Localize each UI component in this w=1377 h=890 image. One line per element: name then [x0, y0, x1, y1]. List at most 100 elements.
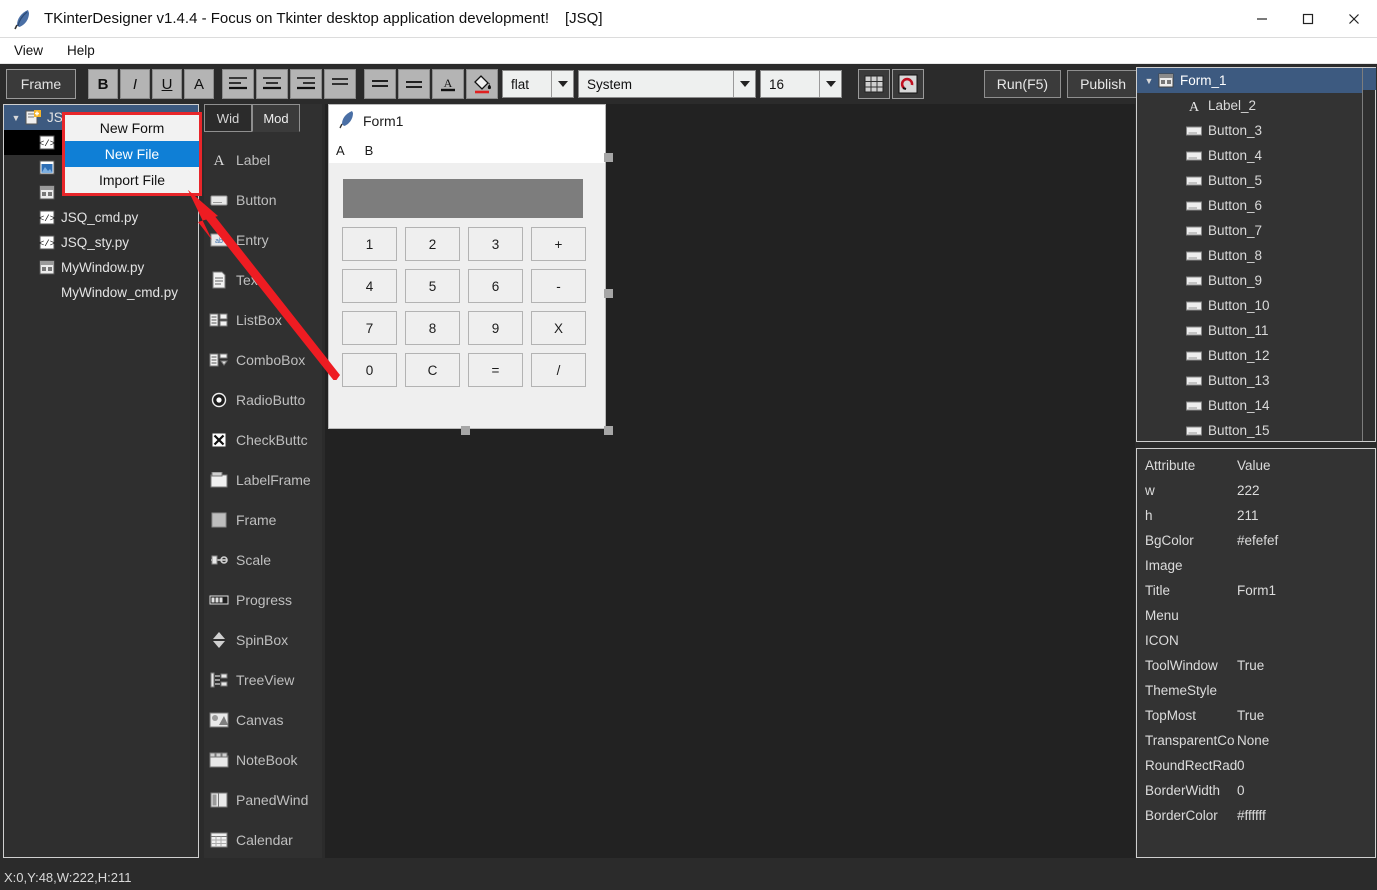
run-button[interactable]: Run(F5) — [983, 70, 1062, 98]
list-item[interactable]: </> JSQ_cmd.py — [4, 205, 198, 230]
calc-button-equals[interactable]: = — [468, 353, 523, 387]
context-menu[interactable]: New Form New File Import File — [62, 112, 202, 196]
table-row[interactable]: BgColor #efefef — [1137, 528, 1375, 553]
palette-item-frame[interactable]: Frame — [204, 500, 322, 540]
table-row[interactable]: Menu — [1137, 603, 1375, 628]
calc-button-0[interactable]: 0 — [342, 353, 397, 387]
calc-button-multiply[interactable]: X — [531, 311, 586, 345]
calculator-display[interactable] — [343, 179, 583, 218]
property-value[interactable]: 0 — [1237, 783, 1375, 798]
chevron-down-icon[interactable]: ▼ — [8, 113, 24, 123]
form-design-window[interactable]: Form1 A B 1 2 3 + 4 5 6 - 7 8 9 X 0 C = … — [328, 104, 606, 429]
form-menu-item-a[interactable]: A — [336, 143, 345, 158]
calc-button-6[interactable]: 6 — [468, 269, 523, 303]
calc-button-divide[interactable]: / — [531, 353, 586, 387]
align-right-icon[interactable] — [290, 69, 322, 99]
object-tree-item[interactable]: Button_14 — [1137, 393, 1375, 418]
palette-item-spinbox[interactable]: SpinBox — [204, 620, 322, 660]
calc-button-minus[interactable]: - — [531, 269, 586, 303]
table-row[interactable]: Image — [1137, 553, 1375, 578]
align-center-icon[interactable] — [256, 69, 288, 99]
object-tree-item[interactable]: A Label_2 — [1137, 93, 1375, 118]
palette-item-checkbutton[interactable]: CheckButtc — [204, 420, 322, 460]
resize-handle-bottom-right[interactable] — [604, 426, 613, 435]
chevron-down-icon[interactable] — [551, 71, 573, 97]
property-value[interactable]: #ffffff — [1237, 808, 1375, 823]
object-tree-item[interactable]: Button_12 — [1137, 343, 1375, 368]
table-row[interactable]: TransparentCo None — [1137, 728, 1375, 753]
align-left-icon[interactable] — [222, 69, 254, 99]
object-tree-item[interactable]: Button_10 — [1137, 293, 1375, 318]
table-row[interactable]: Title Form1 — [1137, 578, 1375, 603]
object-tree-item[interactable]: Button_7 — [1137, 218, 1375, 243]
palette-item-button[interactable]: Button — [204, 180, 322, 220]
calc-button-9[interactable]: 9 — [468, 311, 523, 345]
calc-button-clear[interactable]: C — [405, 353, 460, 387]
object-tree-item[interactable]: Button_13 — [1137, 368, 1375, 393]
table-row[interactable]: ThemeStyle — [1137, 678, 1375, 703]
context-menu-item-import-file[interactable]: Import File — [65, 167, 199, 193]
form-menu-item-b[interactable]: B — [365, 143, 374, 158]
underline-button[interactable]: U — [152, 69, 182, 99]
minimize-icon[interactable] — [1239, 0, 1285, 38]
property-value[interactable]: None — [1237, 733, 1375, 748]
palette-item-radiobutton[interactable]: RadioButto — [204, 380, 322, 420]
object-tree-item[interactable]: Button_11 — [1137, 318, 1375, 343]
palette-item-labelframe[interactable]: LabelFrame — [204, 460, 322, 500]
font-button[interactable]: A — [184, 69, 214, 99]
resize-handle-top-right[interactable] — [604, 153, 613, 162]
palette-item-notebook[interactable]: NoteBook — [204, 740, 322, 780]
maximize-icon[interactable] — [1285, 0, 1331, 38]
property-value[interactable]: True — [1237, 658, 1375, 673]
palette-item-combobox[interactable]: ComboBox — [204, 340, 322, 380]
calc-button-3[interactable]: 3 — [468, 227, 523, 261]
align-bottom-icon[interactable] — [398, 69, 430, 99]
palette-item-scale[interactable]: Scale — [204, 540, 322, 580]
widget-palette[interactable]: Wid Mod A Label Button ab Entry Text Lis… — [204, 104, 322, 858]
font-family-select[interactable]: System — [578, 70, 756, 98]
resize-handle-bottom[interactable] — [461, 426, 470, 435]
chevron-down-icon[interactable]: ▼ — [1141, 76, 1157, 86]
table-row[interactable]: TopMost True — [1137, 703, 1375, 728]
properties-panel[interactable]: Attribute Value w 222 h 211 BgColor #efefef… — [1136, 448, 1376, 858]
context-menu-item-new-file[interactable]: New File — [65, 141, 199, 167]
calc-button-4[interactable]: 4 — [342, 269, 397, 303]
list-item[interactable]: MyWindow_cmd.py — [4, 280, 198, 305]
table-row[interactable]: RoundRectRad 0 — [1137, 753, 1375, 778]
calc-button-2[interactable]: 2 — [405, 227, 460, 261]
palette-item-label[interactable]: A Label — [204, 140, 322, 180]
property-value[interactable]: True — [1237, 708, 1375, 723]
palette-item-progress[interactable]: Progress — [204, 580, 322, 620]
project-tree-panel[interactable]: ▼ JSQ </> </> JSQ_cmd.py </> JSQ_sty.py … — [3, 104, 199, 858]
table-row[interactable]: h 211 — [1137, 503, 1375, 528]
object-tree-item[interactable]: Button_9 — [1137, 268, 1375, 293]
grid-icon[interactable] — [858, 69, 890, 99]
property-value[interactable]: 0 — [1237, 758, 1375, 773]
property-value[interactable]: 222 — [1237, 483, 1375, 498]
align-justify-icon[interactable] — [324, 69, 356, 99]
calc-button-plus[interactable]: + — [531, 227, 586, 261]
menu-item-view[interactable]: View — [4, 41, 53, 60]
menu-item-help[interactable]: Help — [57, 41, 105, 60]
tab-mod[interactable]: Mod — [252, 104, 300, 132]
table-row[interactable]: ToolWindow True — [1137, 653, 1375, 678]
calc-button-5[interactable]: 5 — [405, 269, 460, 303]
palette-item-treeview[interactable]: TreeView — [204, 660, 322, 700]
scrollbar-thumb[interactable] — [1363, 68, 1376, 90]
object-tree-item[interactable]: Button_3 — [1137, 118, 1375, 143]
resize-handle-right[interactable] — [604, 289, 613, 298]
property-value[interactable]: #efefef — [1237, 533, 1375, 548]
table-row[interactable]: ICON — [1137, 628, 1375, 653]
object-tree-item[interactable]: Button_8 — [1137, 243, 1375, 268]
object-tree-panel[interactable]: ▼ Form_1 A Label_2 Button_3 Button_4 But… — [1136, 67, 1376, 442]
palette-item-listbox[interactable]: ListBox — [204, 300, 322, 340]
publish-button[interactable]: Publish — [1067, 70, 1139, 98]
calc-button-1[interactable]: 1 — [342, 227, 397, 261]
palette-item-entry[interactable]: ab Entry — [204, 220, 322, 260]
palette-item-canvas[interactable]: Canvas — [204, 700, 322, 740]
widget-type-indicator[interactable]: Frame — [6, 69, 76, 99]
tab-wid[interactable]: Wid — [204, 104, 252, 132]
object-tree-item[interactable]: Button_5 — [1137, 168, 1375, 193]
palette-item-panedwindow[interactable]: PanedWind — [204, 780, 322, 820]
font-size-select[interactable]: 16 — [760, 70, 842, 98]
